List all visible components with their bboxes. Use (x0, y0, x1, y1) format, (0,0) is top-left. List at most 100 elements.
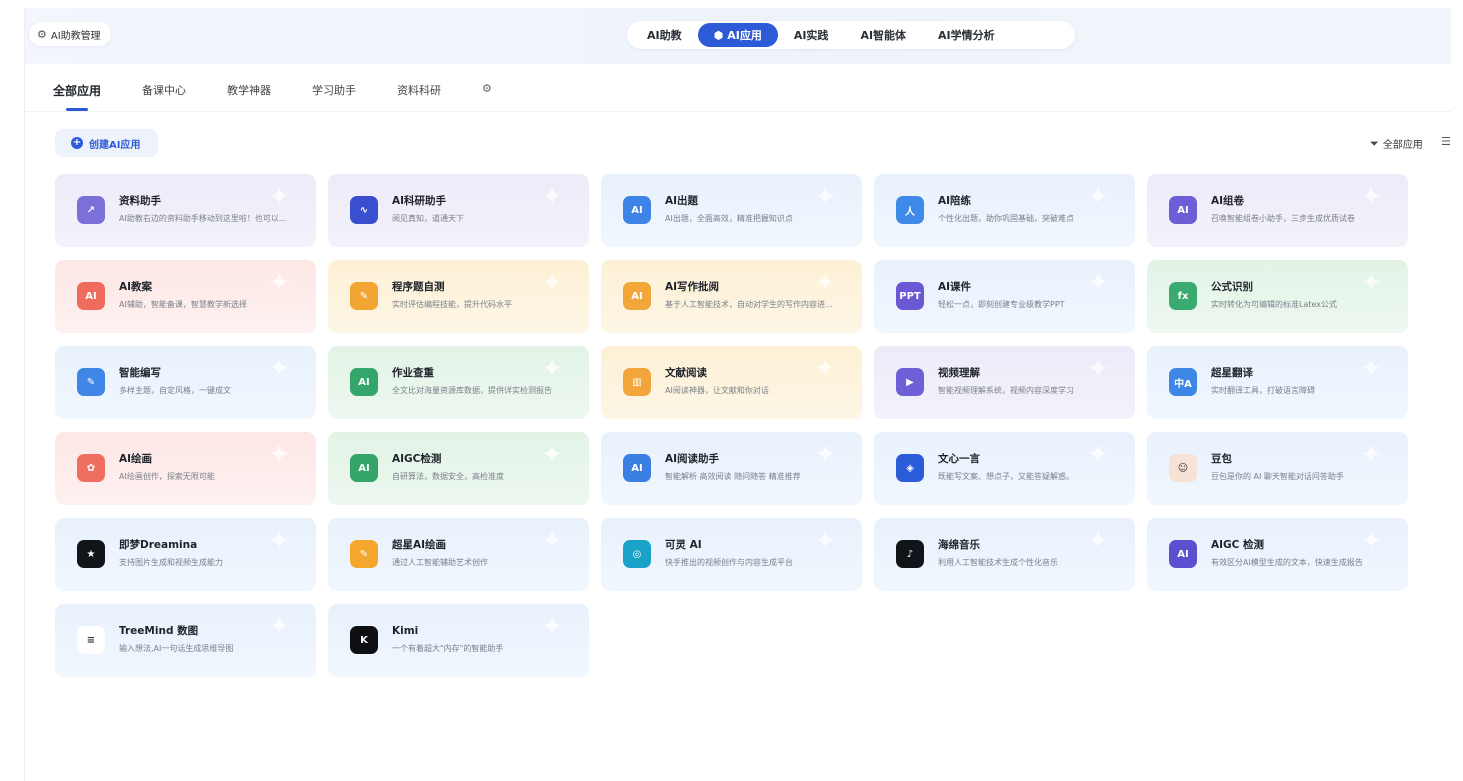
kimi-icon: K (350, 626, 378, 654)
translate-icon: 中A (1169, 368, 1197, 396)
app-title: 资料助手 (119, 195, 161, 207)
doubao-avatar-icon: ☺ (1169, 454, 1197, 482)
app-card-text: 智能编写 多样主题，自定风格，一键成文 (119, 366, 302, 419)
tab-settings-icon[interactable]: ⚙ (482, 74, 492, 95)
app-card[interactable]: K Kimi 一个有着超大"内存"的智能助手 (328, 604, 589, 677)
tab-all-apps[interactable]: 全部应用 (53, 74, 101, 114)
app-card[interactable]: ∿ AI科研助手 阅见真知，道通天下 (328, 174, 589, 247)
app-card[interactable]: ♪ 海绵音乐 利用人工智能技术生成个性化音乐 (874, 518, 1135, 591)
app-card[interactable]: ↗ 资料助手 AI助教右边的资料助手移动到这里啦！也可以... (55, 174, 316, 247)
app-card-text: AI出题 AI出题，全面高效，精准把握知识点 (665, 194, 848, 247)
top-nav-ai-assistant[interactable]: AI助教 (631, 23, 698, 47)
app-title: 超星翻译 (1211, 367, 1253, 379)
app-card[interactable]: ◈ 文心一言既能写文案、想点子，又能答疑解惑。 (874, 432, 1135, 505)
app-description: 个性化出题，助你巩固基础，突破难点 (938, 214, 1074, 223)
edit-icon: ✎ (77, 368, 105, 396)
app-card[interactable]: ✎ 超星AI绘画 通过人工智能辅助艺术创作 (328, 518, 589, 591)
chart-icon: ↗ (77, 196, 105, 224)
app-card[interactable]: ✿ AI绘画 AI绘画创作，探索无限可能 (55, 432, 316, 505)
app-card-text: 超星翻译 实时翻译工具，打破语言障碍 (1211, 366, 1394, 419)
wenxin-icon: ◈ (896, 454, 924, 482)
book-icon: ▥ (623, 368, 651, 396)
app-card-text: AI组卷 召唤智能组卷小助手，三步生成优质试卷 (1211, 194, 1394, 247)
top-nav-label: AI学情分析 (938, 29, 995, 42)
tab-teaching-tools[interactable]: 教学神器 (227, 74, 271, 114)
app-title: 视频理解 (938, 367, 980, 379)
app-card[interactable]: AI AIGC检测 自研算法，数据安全，高检准度 (328, 432, 589, 505)
app-card[interactable]: AI AI阅读助手 智能解析 高效阅读 随问随答 精准推荐 (601, 432, 862, 505)
aigc-detect-icon: AI (350, 454, 378, 482)
formula-icon: fx (1169, 282, 1197, 310)
app-title: 文献阅读 (665, 367, 707, 379)
app-card[interactable]: PPT AI课件 轻松一点，即刻创建专业级教学PPT (874, 260, 1135, 333)
top-nav-label: AI应用 (727, 29, 762, 42)
tab-lesson-prep[interactable]: 备课中心 (142, 74, 186, 114)
app-card[interactable]: 中A 超星翻译 实时翻译工具，打破语言障碍 (1147, 346, 1408, 419)
category-tabs: 全部应用 备课中心 教学神器 学习助手 资料科研 ⚙ (53, 74, 492, 114)
layers-icon: AI (1169, 196, 1197, 224)
app-grid: ↗ 资料助手 AI助教右边的资料助手移动到这里啦！也可以... ∿ AI科研助手阅见真知… (55, 174, 1408, 677)
app-card[interactable]: 人 AI陪练 个性化出题，助你巩固基础，突破难点 (874, 174, 1135, 247)
app-card[interactable]: AI AI出题 AI出题，全面高效，精准把握知识点 (601, 174, 862, 247)
app-title: 即梦Dreamina (119, 539, 198, 551)
question-icon: AI (623, 196, 651, 224)
app-card-text: 即梦Dreamina 支持图片生成和视频生成能力 (119, 538, 302, 591)
app-card[interactable]: AI AI教案 AI辅助，智能备课，智慧教学新选择 (55, 260, 316, 333)
app-card[interactable]: ✎ 程序题自测 实时评估编程技能，提升代码水平 (328, 260, 589, 333)
tab-study-assistant[interactable]: 学习助手 (312, 74, 356, 114)
manage-label: AI助教管理 (50, 30, 101, 42)
app-title: AI教案 (119, 281, 153, 293)
app-description: 豆包是你的 AI 聊天智能对话问答助手 (1211, 472, 1344, 481)
app-window: ⚙ AI助教管理 AI助教 ⬢ AI应用 AI实践 AI智能体 AI学情分析 全部… (24, 8, 1451, 781)
top-bar: ⚙ AI助教管理 AI助教 ⬢ AI应用 AI实践 AI智能体 AI学情分析 (25, 8, 1451, 64)
app-card[interactable]: AI AIGC 检测 有效区分AI模型生成的文本，快速生成报告 (1147, 518, 1408, 591)
app-description: 智能视频理解系统，视频内容深度学习 (938, 386, 1074, 395)
filter-dropdown[interactable]: ⏷ 全部应用 (1370, 136, 1423, 152)
app-title: Kimi (392, 625, 419, 637)
app-description: AI辅助，智能备课，智慧教学新选择 (119, 300, 247, 309)
app-card-text: 超星AI绘画 通过人工智能辅助艺术创作 (392, 538, 575, 591)
practice-icon: 人 (896, 196, 924, 224)
app-card[interactable]: fx 公式识别 实时转化为可编辑的标准Latex公式 (1147, 260, 1408, 333)
writing-review-icon: AI (623, 282, 651, 310)
app-card-text: AI课件 轻松一点，即刻创建专业级教学PPT (938, 280, 1121, 333)
app-card[interactable]: AI AI写作批阅 基于人工智能技术，自动对学生的写作内容进... (601, 260, 862, 333)
list-view-icon[interactable]: ☰ (1441, 135, 1451, 148)
app-description: 轻松一点，即刻创建专业级教学PPT (938, 300, 1065, 309)
top-nav-ai-apps[interactable]: ⬢ AI应用 (697, 23, 778, 47)
create-ai-app-button[interactable]: + 创建AI应用 (55, 129, 159, 157)
ai-assistant-manage-button[interactable]: ⚙ AI助教管理 (29, 22, 111, 46)
plus-icon: + (71, 137, 83, 149)
app-card[interactable]: ≡ TreeMind 数图 输入想法,AI一句话生成思维导图 (55, 604, 316, 677)
top-nav-ai-practice[interactable]: AI实践 (778, 23, 845, 47)
app-card-text: AIGC 检测 有效区分AI模型生成的文本，快速生成报告 (1211, 538, 1394, 591)
app-card[interactable]: ✎ 智能编写 多样主题，自定风格，一键成文 (55, 346, 316, 419)
top-nav-ai-agent[interactable]: AI智能体 (844, 23, 922, 47)
settings-icon: ⚙ (37, 27, 47, 41)
app-card-text: 视频理解智能视频理解系统，视频内容深度学习 (938, 366, 1121, 419)
app-card-text: AI绘画 AI绘画创作，探索无限可能 (119, 452, 302, 505)
app-title: 文心一言 (938, 453, 980, 465)
app-description: 既能写文案、想点子，又能答疑解惑。 (938, 472, 1074, 481)
filter-icon: ⏷ (1370, 136, 1379, 150)
app-card[interactable]: AI 作业查重 全文比对海量资源库数据，提供详实检测报告 (328, 346, 589, 419)
app-card[interactable]: ▥ 文献阅读 AI阅读神器，让文献和你对话 (601, 346, 862, 419)
app-card[interactable]: ☺ 豆包 豆包是你的 AI 聊天智能对话问答助手 (1147, 432, 1408, 505)
code-icon: ✎ (350, 282, 378, 310)
app-card[interactable]: ★ 即梦Dreamina 支持图片生成和视频生成能力 (55, 518, 316, 591)
app-card[interactable]: AI AI组卷 召唤智能组卷小助手，三步生成优质试卷 (1147, 174, 1408, 247)
top-nav-ai-analytics[interactable]: AI学情分析 (922, 23, 1011, 47)
tab-research[interactable]: 资料科研 (397, 74, 441, 114)
app-card[interactable]: ▶ 视频理解 智能视频理解系统，视频内容深度学习 (874, 346, 1135, 419)
top-nav-label: AI实践 (793, 29, 829, 42)
dreamina-icon: ★ (77, 540, 105, 568)
app-description: 自研算法，数据安全，高检准度 (392, 472, 504, 481)
brush-icon: ✎ (350, 540, 378, 568)
app-card[interactable]: ◎ 可灵 AI 快手推出的视频创作与内容生成平台 (601, 518, 862, 591)
palette-icon: ✿ (77, 454, 105, 482)
app-title: AI组卷 (1211, 195, 1245, 207)
app-title: AIGC 检测 (1211, 539, 1265, 551)
divider (25, 111, 1451, 112)
app-description: 输入想法,AI一句话生成思维导图 (119, 644, 234, 653)
mindmap-icon: ≡ (77, 626, 105, 654)
